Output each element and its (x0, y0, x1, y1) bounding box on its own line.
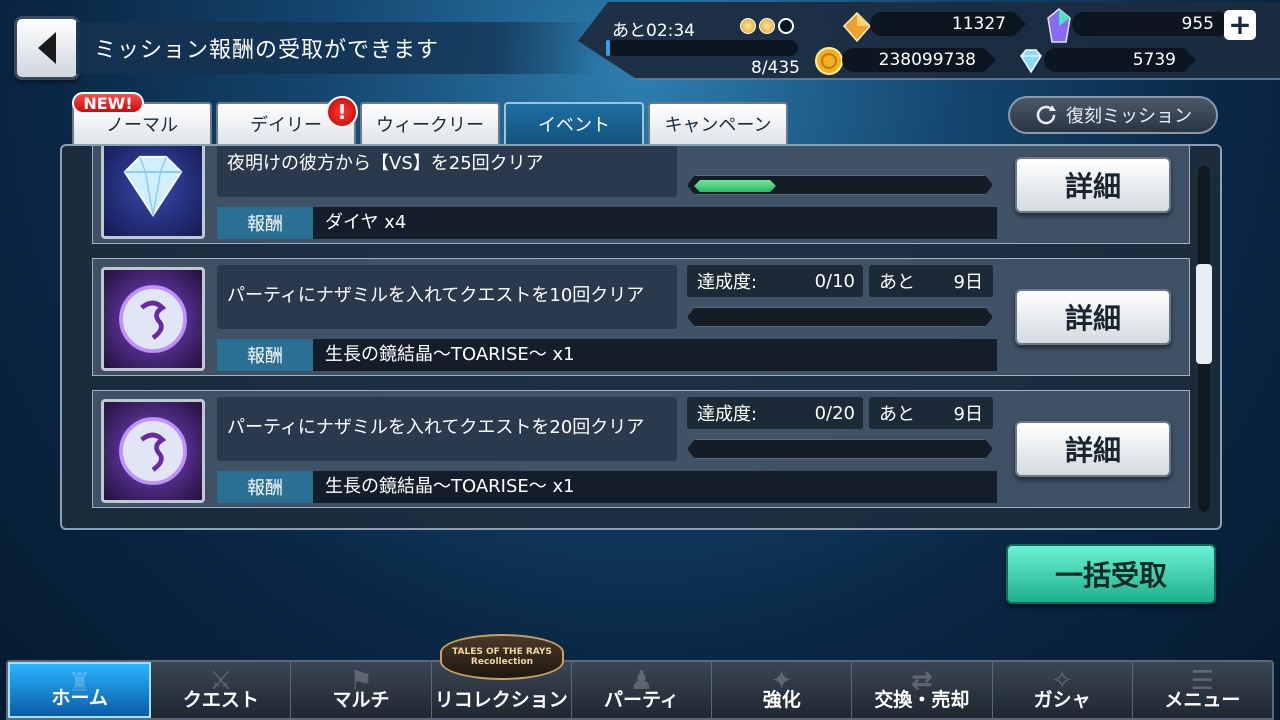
page-title: ミッション報酬の受取ができます (76, 22, 596, 74)
mission-description: パーティにナザミルを入れてクエストを10回クリア (217, 265, 677, 329)
scrollbar-thumb[interactable] (1196, 264, 1212, 364)
gald-value: 11327 (870, 12, 1026, 36)
detail-button[interactable]: 詳細 (1015, 289, 1171, 345)
remaining-time: あと 9日 (869, 265, 993, 297)
chevron-left-icon (38, 32, 56, 64)
stamina-bar (606, 40, 798, 56)
ap-orbs (740, 18, 796, 36)
revival-mission-button[interactable]: 復刻ミッション (1008, 96, 1218, 134)
nav-multi[interactable]: ⚑ マルチ (291, 662, 432, 718)
bulk-receive-button[interactable]: 一括受取 (1006, 544, 1216, 604)
progress-bar (687, 175, 993, 195)
tab-campaign[interactable]: キャンペーン (648, 102, 788, 144)
sword-icon: ⚔ (209, 666, 233, 696)
progress-label: 達成度: 0/20 (687, 397, 863, 429)
reward-value: 生長の鏡結晶〜TOARISE〜 x1 (313, 339, 997, 371)
progress-label: 達成度: 0/10 (687, 265, 863, 297)
orb-icon (759, 18, 775, 34)
reward-label: 報酬 (217, 471, 313, 503)
progress-fill (694, 180, 776, 192)
diamond-reward-icon (101, 146, 205, 239)
diamond-icon (1016, 46, 1046, 76)
tab-weekly[interactable]: ウィークリー (360, 102, 500, 144)
refresh-icon (1036, 105, 1056, 125)
reward-value: ダイヤ x4 (313, 207, 997, 239)
nav-party[interactable]: ♟ パーティ (572, 662, 713, 718)
nav-exchange[interactable]: ⇄ 交換・売却 (852, 662, 993, 718)
progress-bar (687, 439, 993, 459)
reward-label: 報酬 (217, 339, 313, 371)
detail-button[interactable]: 詳細 (1015, 421, 1171, 477)
bottom-nav: ♜ ホーム ⚔ クエスト ⚑ マルチ リコレクション ♟ パーティ ✦ 強化 ⇄ 交換・売却… (6, 660, 1274, 720)
coin-value: 238099738 (842, 48, 996, 72)
mission-description: パーティにナザミルを入れてクエストを20回クリア (217, 397, 677, 461)
mirror-crystal-icon (101, 267, 205, 371)
stamina-timer: あと02:34 (612, 21, 695, 41)
crystal-value: 955 (1072, 12, 1234, 36)
back-button[interactable] (14, 16, 80, 80)
plus-icon: + (1228, 8, 1252, 41)
mission-list[interactable]: 夜明けの彼方から【VS】を25回クリア 報酬 ダイヤ x4 詳細 パーティにナザ… (60, 144, 1222, 530)
castle-icon: ♜ (67, 668, 92, 698)
alert-icon: ! (326, 96, 358, 128)
add-crystal-button[interactable]: + (1224, 10, 1256, 40)
new-badge: NEW! (72, 92, 144, 114)
nav-gacha[interactable]: ✧ ガシャ (993, 662, 1133, 718)
nav-menu[interactable]: ☰ メニュー (1133, 662, 1272, 718)
reward-label: 報酬 (217, 207, 313, 239)
recollection-logo: TALES OF THE RAYS Recollection (440, 634, 564, 680)
orb-empty-icon (778, 18, 794, 34)
diamond-value: 5739 (1044, 48, 1196, 72)
enhance-icon: ✦ (770, 666, 793, 696)
reward-value: 生長の鏡結晶〜TOARISE〜 x1 (313, 471, 997, 503)
exchange-icon: ⇄ (911, 666, 933, 696)
mission-description: 夜明けの彼方から【VS】を25回クリア (217, 146, 677, 197)
stamina-value: 8/435 (751, 58, 800, 78)
gacha-icon: ✧ (1051, 666, 1074, 696)
mission-row: 夜明けの彼方から【VS】を25回クリア 報酬 ダイヤ x4 詳細 (92, 146, 1190, 244)
coin-icon (814, 46, 844, 76)
mission-row: パーティにナザミルを入れてクエストを10回クリア 達成度: 0/10 あと 9日… (92, 258, 1190, 376)
progress-bar (687, 307, 993, 327)
orb-icon (740, 18, 756, 34)
nav-quest[interactable]: ⚔ クエスト (151, 662, 292, 718)
gald-icon (842, 11, 872, 43)
crystal-icon (1046, 8, 1072, 44)
party-icon: ♟ (629, 666, 654, 696)
menu-icon: ☰ (1190, 666, 1215, 696)
remaining-time: あと 9日 (869, 397, 993, 429)
nav-home[interactable]: ♜ ホーム (8, 662, 152, 718)
stamina-fill (606, 40, 610, 56)
mission-row: パーティにナザミルを入れてクエストを20回クリア 達成度: 0/20 あと 9日… (92, 390, 1190, 508)
mirror-crystal-icon (101, 399, 205, 503)
detail-button[interactable]: 詳細 (1015, 157, 1171, 213)
tab-event[interactable]: イベント (504, 102, 644, 144)
nav-enhance[interactable]: ✦ 強化 (712, 662, 853, 718)
multi-icon: ⚑ (349, 666, 373, 696)
